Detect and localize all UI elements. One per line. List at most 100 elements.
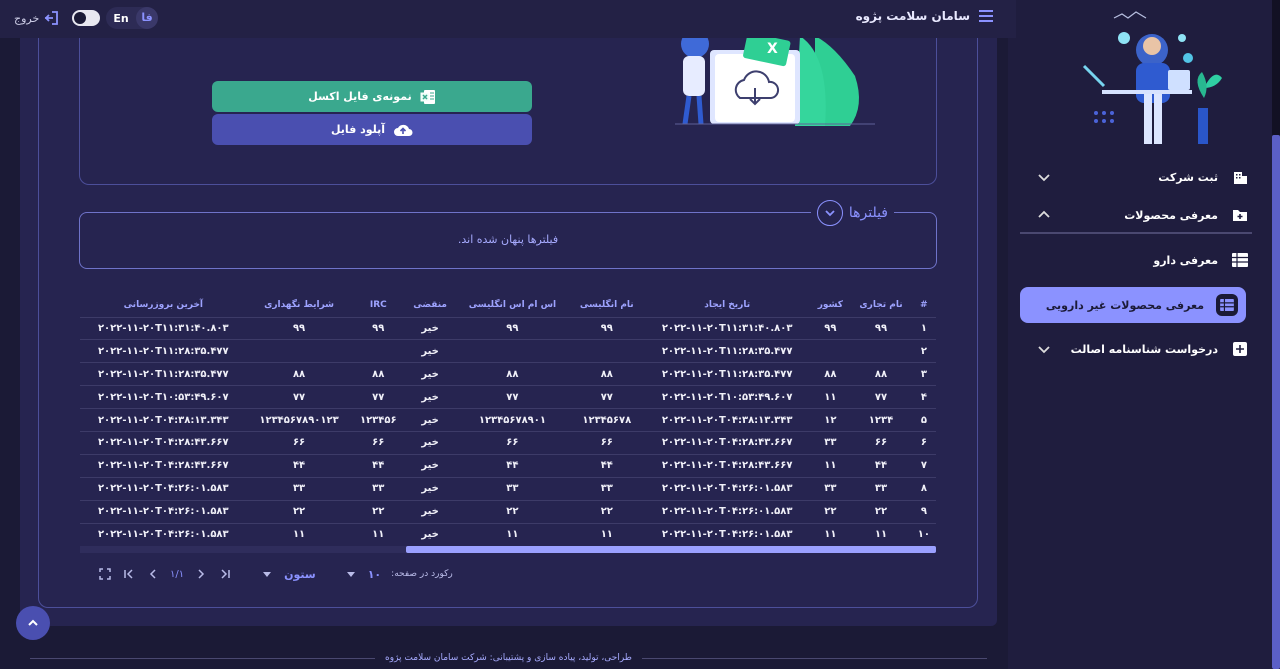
columns-dropdown-caret-icon[interactable] <box>260 567 274 581</box>
table-row[interactable]: ۱۰ ۱۱ ۱۱ ۲۰۲۲-۱۱-۲۰T۰۴:۲۶:۰۱.۵۸۳ ۱۱ ۱۱ خیر ۱۱ ۱۱… <box>80 522 936 546</box>
top-bar: سامان سلامت پژوه En فا خروج <box>0 0 1016 38</box>
table-row[interactable]: ۱ ۹۹ ۹۹ ۲۰۲۲-۱۱-۲۰T۱۱:۳۱:۴۰.۸۰۳ ۹۹ ۹۹ خیر ۹۹ ۹۹ ۲… <box>80 316 936 340</box>
table-row[interactable]: ۲ ۲۰۲۲-۱۱-۲۰T۱۱:۲۸:۳۵.۴۷۷ خیر ۲۰۲۲-۱۱-۲۰T۱۱… <box>80 339 936 363</box>
column-header[interactable]: آخرین بروزرسانی <box>80 293 247 317</box>
table-row[interactable]: ۴ ۷۷ ۱۱ ۲۰۲۲-۱۱-۲۰T۱۰:۵۳:۴۹.۶۰۷ ۷۷ ۷۷ خیر ۷۷ ۷۷ ۲… <box>80 385 936 409</box>
cloud-upload-icon <box>394 124 413 136</box>
last-page-icon[interactable] <box>218 567 232 581</box>
table-cell: ۲۲ <box>569 499 644 524</box>
table-cell: خیر <box>405 453 456 478</box>
chevron-down-icon[interactable] <box>1036 169 1052 185</box>
columns-dropdown[interactable]: ستون <box>284 568 316 581</box>
hamburger-menu-icon[interactable] <box>978 9 994 23</box>
language-fa-option[interactable]: فا <box>136 7 158 29</box>
table-cell: ۳۳ <box>351 476 406 501</box>
table-cell: ۱۲۳۴۵۶۷۸ <box>569 408 644 432</box>
column-header[interactable]: اس ام اس انگلیسی <box>455 293 570 317</box>
table-cell: ۱۱ <box>810 385 851 409</box>
table-cell: ۶۶ <box>850 430 912 455</box>
table-cell: ۲ <box>911 339 936 363</box>
brand-title: سامان سلامت پژوه <box>855 9 970 23</box>
column-header[interactable]: IRC <box>352 293 406 317</box>
table-cell: ۹۹ <box>810 316 851 340</box>
table-horizontal-scroll-thumb[interactable] <box>406 546 936 553</box>
table-cell: ۱۱ <box>246 522 352 546</box>
table-cell: ۲۰۲۲-۱۱-۲۰T۱۰:۵۳:۴۹.۶۰۷ <box>80 385 247 409</box>
language-switch[interactable]: En فا <box>106 7 158 29</box>
table-row[interactable]: ۵ ۱۲۳۴ ۱۲ ۲۰۲۲-۱۱-۲۰T۰۴:۳۸:۱۳.۳۴۳ ۱۲۳۴۵۶۷۸ ۱۲… <box>80 408 936 432</box>
table-cell: ۹۹ <box>246 316 352 340</box>
table-cell: ۴۴ <box>246 453 352 478</box>
table-cell: ۲۰۲۲-۱۱-۲۰T۰۴:۲۶:۰۱.۵۸۳ <box>80 476 247 501</box>
chevron-up-icon[interactable] <box>1036 207 1052 223</box>
logout-icon <box>45 11 59 25</box>
table-cell: ۹۹ <box>455 316 570 340</box>
table-cell: ۱۱ <box>455 522 570 546</box>
table-cell <box>351 339 406 363</box>
table-cell <box>810 339 851 363</box>
excel-sample-button[interactable]: نمونه‌ی فایل اکسل <box>212 81 532 112</box>
table-cell: ۶۶ <box>351 430 406 455</box>
first-page-icon[interactable] <box>122 567 136 581</box>
upload-file-button[interactable]: آپلود فایل <box>212 114 532 145</box>
logout-label: خروج <box>14 11 40 25</box>
table-header-row: # نام تجاری کشور تاریخ ایجاد نام انگلیسی اس ا… <box>80 293 936 317</box>
theme-toggle[interactable] <box>72 10 100 26</box>
fullscreen-icon[interactable] <box>98 567 112 581</box>
products-table: # نام تجاری کشور تاریخ ایجاد نام انگلیسی اس ا… <box>80 293 936 546</box>
previous-page-icon[interactable] <box>146 567 160 581</box>
menu-divider <box>1020 232 1252 234</box>
column-header[interactable]: نام تجاری <box>850 293 911 317</box>
table-cell: ۲۰۲۲-۱۱-۲۰T۱۱:۳۱:۴۰.۸۰۳ <box>80 316 247 340</box>
sidebar-item-authenticity-request[interactable]: درخواست شناسنامه اصالت <box>1028 332 1258 366</box>
logout-button[interactable]: خروج <box>14 10 59 26</box>
column-header[interactable]: نام انگلیسی <box>570 293 644 317</box>
table-cell: ۹۹ <box>569 316 644 340</box>
table-cell: ۱۲۳۴۵۶۷۸۹۰۱۲۳ <box>246 408 352 432</box>
chevron-down-icon[interactable] <box>1036 341 1052 357</box>
table-row[interactable]: ۶ ۶۶ ۳۳ ۲۰۲۲-۱۱-۲۰T۰۴:۲۸:۴۳.۶۶۷ ۶۶ ۶۶ خیر ۶۶ ۶۶ ۲… <box>80 430 936 455</box>
table-cell: ۹ <box>911 499 936 524</box>
next-page-icon[interactable] <box>194 567 208 581</box>
sidebar-item-non-drug-products[interactable]: معرفی محصولات غیر دارویی <box>1020 287 1246 323</box>
sidebar-item-product-intro[interactable]: معرفی محصولات <box>1028 198 1258 232</box>
sidebar-item-drug-intro[interactable]: معرفی دارو <box>1028 243 1258 277</box>
table-cell: ۷۷ <box>351 385 406 409</box>
table-cell: ۲۲ <box>850 499 912 524</box>
filters-toggle-button[interactable] <box>816 200 843 226</box>
table-cell: ۳۳ <box>850 476 912 501</box>
table-cell: ۸۸ <box>569 362 644 386</box>
table-cell: ۶۶ <box>246 430 352 455</box>
main-card: X نمونه‌ی فایل اکسل آپلود فایل فیلترها ف… <box>20 36 997 626</box>
table-cell: ۳ <box>911 362 936 386</box>
table-cell: ۴۴ <box>455 453 570 478</box>
table-cell: ۳۳ <box>810 430 851 455</box>
column-header[interactable]: کشور <box>810 293 850 317</box>
language-en-option[interactable]: En <box>106 12 136 25</box>
sidebar-item-company-registration[interactable]: ثبت شرکت <box>1028 160 1258 194</box>
column-header[interactable]: تاریخ ایجاد <box>644 293 811 317</box>
rows-per-page-select[interactable]: ۱۰ <box>368 568 381 581</box>
table-cell: ۳۳ <box>455 476 570 501</box>
column-header[interactable]: شرایط نگهداری <box>247 293 352 317</box>
column-header[interactable]: منقضی <box>405 293 455 317</box>
table-cell <box>455 339 570 363</box>
table-cell: ۲۲ <box>810 499 851 524</box>
table-cell: ۲۰۲۲-۱۱-۲۰T۱۰:۵۳:۴۹.۶۰۷ <box>643 385 811 409</box>
table-cell: ۲۰۲۲-۱۱-۲۰T۰۴:۲۸:۴۳.۶۶۷ <box>80 453 247 478</box>
rows-per-page-caret-icon[interactable] <box>344 567 358 581</box>
table-row[interactable]: ۷ ۴۴ ۱۱ ۲۰۲۲-۱۱-۲۰T۰۴:۲۸:۴۳.۶۶۷ ۴۴ ۴۴ خیر ۴۴ ۴۴ ۲… <box>80 453 936 478</box>
table-row[interactable]: ۸ ۳۳ ۳۳ ۲۰۲۲-۱۱-۲۰T۰۴:۲۶:۰۱.۵۸۳ ۳۳ ۳۳ خیر ۳۳ ۳۳ ۲… <box>80 476 936 501</box>
table-cell: خیر <box>405 430 456 455</box>
table-row[interactable]: ۳ ۸۸ ۸۸ ۲۰۲۲-۱۱-۲۰T۱۱:۲۸:۳۵.۴۷۷ ۸۸ ۸۸ خیر ۸۸ ۸۸ ۲… <box>80 362 936 386</box>
filters-title: فیلترها <box>848 205 888 221</box>
page-scrollbar-thumb[interactable] <box>1272 135 1280 669</box>
table-cell: خیر <box>405 408 456 432</box>
table-cell: خیر <box>405 499 456 524</box>
table-cell: ۹۹ <box>850 316 912 340</box>
table-row[interactable]: ۹ ۲۲ ۲۲ ۲۰۲۲-۱۱-۲۰T۰۴:۲۶:۰۱.۵۸۳ ۲۲ ۲۲ خیر ۲۲ ۲۲ ۲… <box>80 499 936 524</box>
column-header[interactable]: # <box>912 293 936 317</box>
table-cell: ۲۰۲۲-۱۱-۲۰T۰۴:۳۸:۱۳.۳۴۳ <box>643 408 811 432</box>
scroll-to-top-button[interactable] <box>16 606 50 640</box>
sidebar-item-label: درخواست شناسنامه اصالت <box>1070 342 1218 356</box>
